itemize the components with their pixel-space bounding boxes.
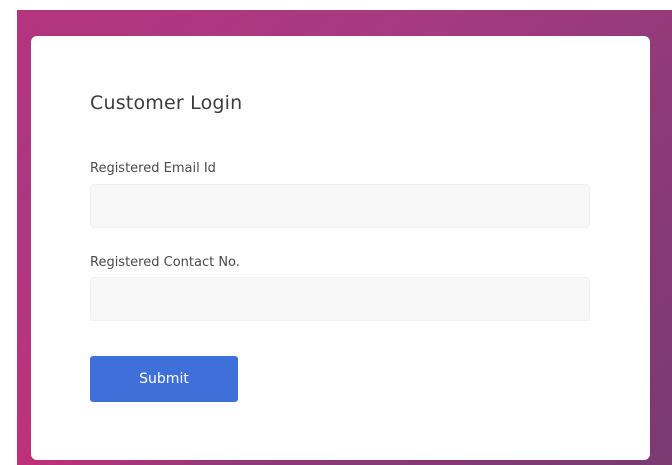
email-label: Registered Email Id [90, 161, 216, 176]
page-title: Customer Login [90, 92, 243, 114]
contact-number-field[interactable] [90, 277, 590, 321]
contact-label: Registered Contact No. [90, 255, 240, 270]
email-field[interactable] [90, 184, 590, 228]
login-card: Customer Login Registered Email Id Regis… [31, 36, 650, 460]
submit-button[interactable]: Submit [90, 356, 238, 402]
